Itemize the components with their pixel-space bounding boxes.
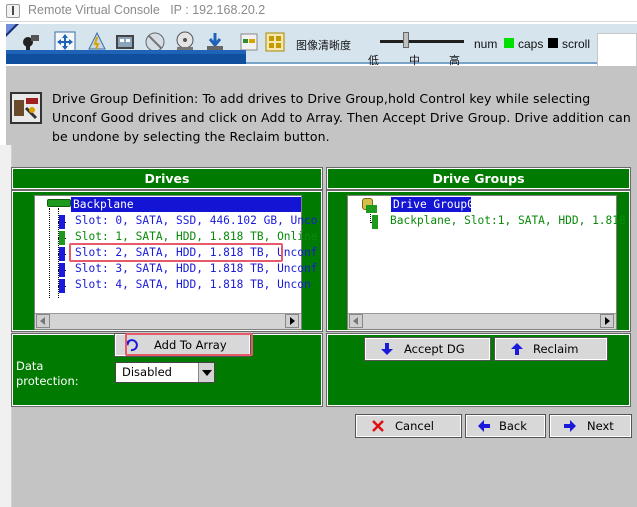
- accept-dg-button[interactable]: Accept DG: [364, 337, 491, 361]
- title-bar: Remote Virtual Console IP : 192.168.20.2: [0, 0, 637, 22]
- drives-list[interactable]: Backplane Slot: 0, SATA, SSD, 446.102 GB…: [34, 195, 317, 330]
- tree-item-drive-group0[interactable]: Drive Group0: [391, 197, 474, 212]
- tree-item-backplane[interactable]: Backplane: [71, 197, 301, 212]
- drive-slot-0[interactable]: Slot: 0, SATA, SSD, 446.102 GB, Unco: [75, 213, 317, 228]
- scroll-right-icon[interactable]: [285, 314, 299, 328]
- drive-slot-4[interactable]: Slot: 4, SATA, HDD, 1.818 TB, Uncon: [75, 277, 311, 292]
- toolbar: 图像清晰度 低 中 高 num caps scroll: [6, 24, 637, 67]
- highlight-slot2: [69, 243, 283, 262]
- arrow-right-icon: [564, 420, 576, 432]
- reclaim-button[interactable]: Reclaim: [494, 337, 608, 361]
- scroll-left-icon[interactable]: [36, 314, 50, 328]
- chevron-down-icon[interactable]: [198, 363, 214, 382]
- drives-header: Drives: [11, 167, 323, 190]
- group-drive-slot1[interactable]: Backplane, Slot:1, SATA, HDD, 1.818: [390, 213, 626, 228]
- drive-groups-list[interactable]: Drive Group0 Backplane, Slot:1, SATA, HD…: [347, 195, 626, 330]
- arrow-up-icon: [511, 343, 523, 355]
- drive-slot-1[interactable]: Slot: 1, SATA, HDD, 1.818 TB, Online: [75, 229, 317, 244]
- back-button[interactable]: Back: [465, 414, 546, 438]
- quality-slider-thumb[interactable]: [403, 32, 409, 48]
- backplane-icon: [47, 199, 71, 207]
- drive-slot-3[interactable]: Slot: 3, SATA, HDD, 1.818 TB, Unconf: [75, 261, 317, 276]
- highlight-add-to-array: [125, 333, 253, 356]
- num-lock-led: [504, 38, 514, 48]
- caps-lock-label: caps: [518, 37, 544, 51]
- scroll-right-icon[interactable]: [600, 314, 614, 328]
- drive-slot1-icon: [59, 231, 65, 245]
- drive-slot0-icon: [59, 215, 65, 229]
- quality-slider-track[interactable]: [380, 40, 464, 43]
- next-button[interactable]: Next: [549, 414, 632, 438]
- chat-icon[interactable]: [264, 31, 286, 53]
- wizard-icon: [10, 92, 42, 124]
- cancel-button[interactable]: Cancel: [355, 414, 462, 438]
- scroll-lock-label: scroll: [562, 37, 591, 51]
- data-protection-select[interactable]: Disabled: [115, 362, 215, 383]
- groups-hscrollbar[interactable]: [348, 313, 616, 329]
- drives-hscrollbar[interactable]: [35, 313, 301, 329]
- scroll-left-icon[interactable]: [349, 314, 363, 328]
- close-icon: [372, 420, 384, 432]
- drive-slot4-icon: [59, 279, 65, 293]
- data-protection-label: Data protection:: [16, 359, 79, 388]
- data-protection-value: Disabled: [122, 365, 172, 379]
- num-lock-label: num: [474, 37, 498, 51]
- quality-label: 图像清晰度: [296, 39, 351, 52]
- arrow-left-icon: [478, 420, 490, 432]
- window-title: Remote Virtual Console IP : 192.168.20.2: [28, 3, 266, 17]
- arrow-down-icon: [381, 343, 393, 355]
- drive-groups-header: Drive Groups: [326, 167, 631, 190]
- instructions-text: Drive Group Definition: To add drives to…: [52, 91, 631, 144]
- drive-slot3-icon: [59, 263, 65, 277]
- group-drive-icon: [372, 215, 378, 229]
- caps-lock-led: [548, 38, 558, 48]
- java-app-icon: [6, 4, 20, 18]
- drive-slot2-icon: [59, 247, 65, 261]
- left-edge-strip: [0, 145, 12, 507]
